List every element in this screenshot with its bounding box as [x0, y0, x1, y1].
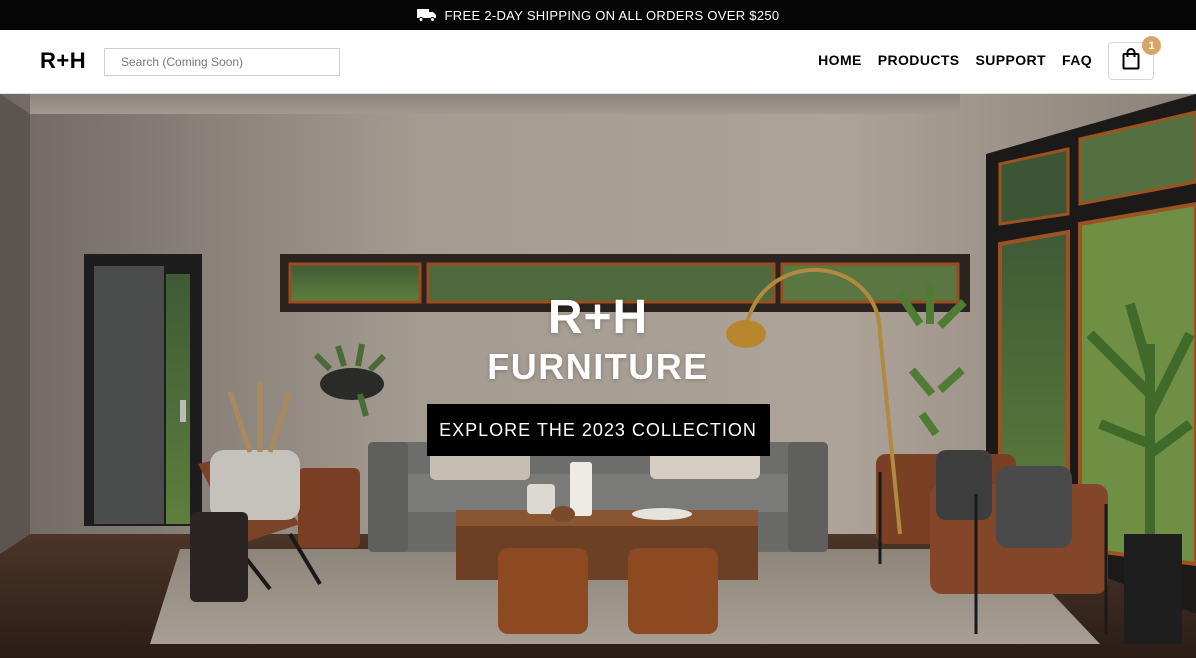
- promo-bar: FREE 2-DAY SHIPPING ON ALL ORDERS OVER $…: [0, 0, 1196, 30]
- explore-collection-button[interactable]: EXPLORE THE 2023 COLLECTION: [426, 404, 770, 456]
- hero-subtitle: FURNITURE: [487, 346, 709, 387]
- cart-count-badge: 1: [1142, 36, 1161, 55]
- nav-support[interactable]: SUPPORT: [976, 52, 1046, 68]
- nav-faq[interactable]: FAQ: [1062, 52, 1092, 68]
- truck-icon: [416, 8, 437, 22]
- promo-text: FREE 2-DAY SHIPPING ON ALL ORDERS OVER $…: [444, 7, 780, 23]
- hero-content: R+H FURNITURE EXPLORE THE 2023 COLLECTIO…: [0, 292, 1196, 456]
- shopping-bag-icon: [1122, 47, 1140, 75]
- nav-home[interactable]: HOME: [818, 52, 862, 68]
- main-nav: HOME PRODUCTS SUPPORT FAQ: [818, 52, 1092, 68]
- site-logo[interactable]: R+H: [40, 48, 86, 74]
- site-header: R+H HOME PRODUCTS SUPPORT FAQ: [0, 30, 1196, 94]
- hero-title: R+H: [547, 291, 649, 344]
- hero-banner: R+H FURNITURE EXPLORE THE 2023 COLLECTIO…: [0, 94, 1196, 658]
- search-input[interactable]: [104, 48, 340, 76]
- nav-products[interactable]: PRODUCTS: [878, 52, 960, 68]
